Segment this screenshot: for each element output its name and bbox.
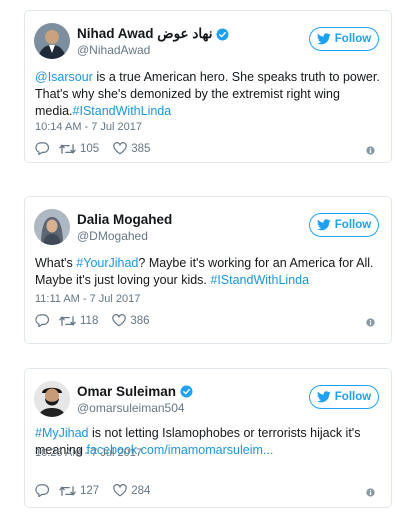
retweet-button[interactable]: 105	[59, 143, 99, 155]
verified-badge-icon	[180, 385, 193, 398]
tweet-card: Nihad Awad نهاد عوض @NihadAwad Follow @I…	[24, 10, 392, 163]
follow-button-label: Follow	[334, 219, 372, 231]
user-handle[interactable]: @DMogahed	[77, 229, 148, 243]
retweet-count: 105	[80, 142, 100, 155]
twitter-bird-icon	[316, 219, 331, 231]
like-button[interactable]: 386	[112, 314, 150, 327]
display-name[interactable]: Omar Suleiman	[77, 384, 176, 399]
hashtag-link[interactable]: #IStandWithLinda	[73, 104, 172, 118]
tweet-actions: 105 385	[35, 142, 164, 155]
tweet-text: What's #YourJihad? Maybe it's working fo…	[35, 255, 385, 289]
hashtag-link[interactable]: #IStandWithLinda	[210, 273, 309, 287]
heart-icon	[112, 314, 127, 327]
follow-button-label: Follow	[334, 33, 372, 45]
info-icon[interactable]	[366, 146, 375, 155]
tweet-card: Dalia Mogahed @DMogahed Follow What's #Y…	[24, 196, 392, 344]
follow-button-label: Follow	[334, 391, 372, 403]
heart-icon	[113, 142, 127, 155]
retweet-count: 127	[80, 484, 100, 497]
hashtag-link[interactable]: #YourJihad	[76, 256, 138, 270]
avatar[interactable]	[34, 23, 70, 59]
reply-icon[interactable]	[35, 314, 49, 327]
tweet-actions: 127 284	[35, 484, 164, 497]
like-button[interactable]: 284	[113, 484, 150, 497]
retweet-icon	[59, 315, 76, 326]
user-handle[interactable]: @omarsuleiman504	[77, 401, 185, 415]
timestamp[interactable]: 10:26 AM - 7 Jul 2017	[35, 447, 142, 459]
twitter-bird-icon	[316, 391, 331, 403]
follow-button[interactable]: Follow	[309, 213, 379, 237]
tweet-text-segment: What's	[35, 256, 77, 270]
retweet-button[interactable]: 118	[59, 315, 98, 327]
like-count: 284	[131, 484, 151, 497]
like-count: 385	[131, 142, 151, 155]
reply-icon[interactable]	[35, 484, 49, 497]
like-count: 386	[130, 314, 150, 327]
tweet-card: Omar Suleiman @omarsuleiman504 Follow #M…	[24, 368, 392, 508]
display-name[interactable]: Dalia Mogahed	[77, 212, 172, 227]
display-name[interactable]: Nihad Awad نهاد عوض	[77, 26, 212, 42]
reply-icon[interactable]	[35, 142, 49, 155]
info-icon[interactable]	[366, 318, 375, 327]
avatar[interactable]	[34, 209, 70, 245]
tweet-actions: 118 386	[35, 314, 164, 327]
avatar[interactable]	[34, 381, 70, 417]
info-icon[interactable]	[366, 488, 375, 497]
follow-button[interactable]: Follow	[309, 385, 379, 409]
timestamp[interactable]: 11:11 AM - 7 Jul 2017	[35, 293, 140, 305]
twitter-bird-icon	[316, 33, 331, 45]
verified-badge-icon	[216, 28, 229, 41]
like-button[interactable]: 385	[113, 142, 150, 155]
retweet-icon	[59, 143, 76, 154]
heart-icon	[113, 484, 127, 497]
user-handle[interactable]: @NihadAwad	[77, 43, 150, 57]
mention-link[interactable]: @Isarsour	[35, 70, 93, 84]
retweet-button[interactable]: 127	[59, 485, 99, 497]
hashtag-link[interactable]: #MyJihad	[35, 426, 89, 440]
timestamp[interactable]: 10:14 AM - 7 Jul 2017	[35, 121, 142, 133]
retweet-icon	[59, 485, 76, 496]
retweet-count: 118	[80, 314, 99, 327]
follow-button[interactable]: Follow	[309, 27, 379, 51]
tweet-text: @Isarsour is a true American hero. She s…	[35, 69, 385, 120]
